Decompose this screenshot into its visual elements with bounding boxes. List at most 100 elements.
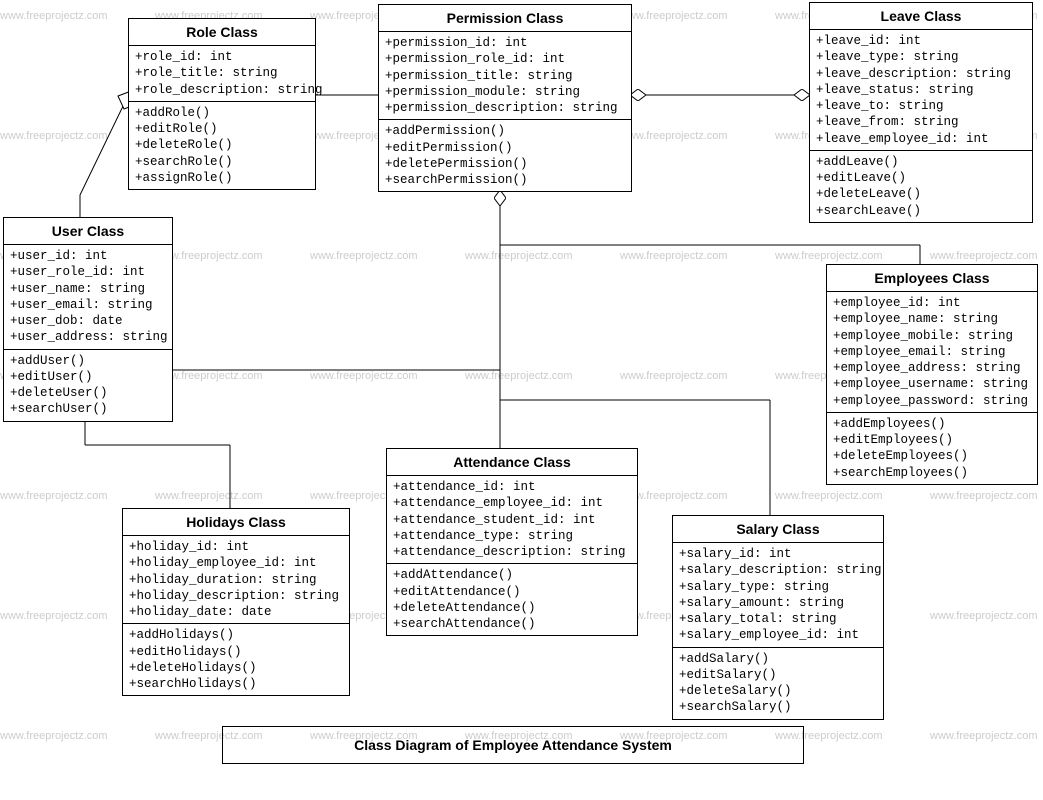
method-row: +addLeave() xyxy=(816,154,1026,170)
method-row: +addEmployees() xyxy=(833,416,1031,432)
attr-row: +leave_status: string xyxy=(816,82,1026,98)
attr-row: +holiday_date: date xyxy=(129,604,343,620)
method-row: +addRole() xyxy=(135,105,309,121)
method-row: +deleteEmployees() xyxy=(833,448,1031,464)
class-leave-attrs: +leave_id: int+leave_type: string+leave_… xyxy=(810,30,1032,151)
attr-row: +user_address: string xyxy=(10,329,166,345)
method-row: +editAttendance() xyxy=(393,584,631,600)
attr-row: +employee_email: string xyxy=(833,344,1031,360)
attr-row: +employee_name: string xyxy=(833,311,1031,327)
attr-row: +attendance_student_id: int xyxy=(393,512,631,528)
attr-row: +permission_role_id: int xyxy=(385,51,625,67)
method-row: +editUser() xyxy=(10,369,166,385)
class-role: Role Class +role_id: int+role_title: str… xyxy=(128,18,316,190)
class-salary-attrs: +salary_id: int+salary_description: stri… xyxy=(673,543,883,648)
attr-row: +leave_description: string xyxy=(816,66,1026,82)
attr-row: +user_role_id: int xyxy=(10,264,166,280)
attr-row: +permission_description: string xyxy=(385,100,625,116)
attr-row: +employee_password: string xyxy=(833,393,1031,409)
class-user: User Class +user_id: int+user_role_id: i… xyxy=(3,217,173,422)
attr-row: +attendance_employee_id: int xyxy=(393,495,631,511)
attr-row: +leave_type: string xyxy=(816,49,1026,65)
class-user-methods: +addUser()+editUser()+deleteUser()+searc… xyxy=(4,350,172,421)
class-holidays-attrs: +holiday_id: int+holiday_employee_id: in… xyxy=(123,536,349,624)
class-holidays-title: Holidays Class xyxy=(123,509,349,536)
attr-row: +salary_amount: string xyxy=(679,595,877,611)
attr-row: +role_description: string xyxy=(135,82,309,98)
attr-row: +holiday_duration: string xyxy=(129,572,343,588)
class-holidays: Holidays Class +holiday_id: int+holiday_… xyxy=(122,508,350,696)
attr-row: +user_dob: date xyxy=(10,313,166,329)
method-row: +editLeave() xyxy=(816,170,1026,186)
class-attendance-attrs: +attendance_id: int+attendance_employee_… xyxy=(387,476,637,564)
class-salary-title: Salary Class xyxy=(673,516,883,543)
method-row: +searchHolidays() xyxy=(129,676,343,692)
class-permission-title: Permission Class xyxy=(379,5,631,32)
method-row: +deletePermission() xyxy=(385,156,625,172)
class-attendance-methods: +addAttendance()+editAttendance()+delete… xyxy=(387,564,637,635)
method-row: +addAttendance() xyxy=(393,567,631,583)
method-row: +assignRole() xyxy=(135,170,309,186)
attr-row: +salary_type: string xyxy=(679,579,877,595)
attr-row: +user_id: int xyxy=(10,248,166,264)
class-employees: Employees Class +employee_id: int+employ… xyxy=(826,264,1038,485)
attr-row: +role_id: int xyxy=(135,49,309,65)
class-role-methods: +addRole()+editRole()+deleteRole()+searc… xyxy=(129,102,315,189)
method-row: +addUser() xyxy=(10,353,166,369)
method-row: +editEmployees() xyxy=(833,432,1031,448)
diagram-title: Class Diagram of Employee Attendance Sys… xyxy=(222,726,804,764)
attr-row: +user_email: string xyxy=(10,297,166,313)
method-row: +editPermission() xyxy=(385,140,625,156)
attr-row: +attendance_type: string xyxy=(393,528,631,544)
class-holidays-methods: +addHolidays()+editHolidays()+deleteHoli… xyxy=(123,624,349,695)
class-employees-attrs: +employee_id: int+employee_name: string+… xyxy=(827,292,1037,413)
attr-row: +employee_mobile: string xyxy=(833,328,1031,344)
class-role-attrs: +role_id: int+role_title: string+role_de… xyxy=(129,46,315,102)
method-row: +addHolidays() xyxy=(129,627,343,643)
class-attendance-title: Attendance Class xyxy=(387,449,637,476)
attr-row: +permission_title: string xyxy=(385,68,625,84)
class-leave-methods: +addLeave()+editLeave()+deleteLeave()+se… xyxy=(810,151,1032,222)
attr-row: +salary_employee_id: int xyxy=(679,627,877,643)
method-row: +searchSalary() xyxy=(679,699,877,715)
attr-row: +salary_total: string xyxy=(679,611,877,627)
attr-row: +holiday_description: string xyxy=(129,588,343,604)
method-row: +deleteLeave() xyxy=(816,186,1026,202)
class-employees-title: Employees Class xyxy=(827,265,1037,292)
class-salary-methods: +addSalary()+editSalary()+deleteSalary()… xyxy=(673,648,883,719)
method-row: +deleteAttendance() xyxy=(393,600,631,616)
attr-row: +leave_to: string xyxy=(816,98,1026,114)
attr-row: +permission_module: string xyxy=(385,84,625,100)
class-leave: Leave Class +leave_id: int+leave_type: s… xyxy=(809,2,1033,223)
attr-row: +leave_employee_id: int xyxy=(816,131,1026,147)
method-row: +searchAttendance() xyxy=(393,616,631,632)
attr-row: +attendance_description: string xyxy=(393,544,631,560)
method-row: +deleteUser() xyxy=(10,385,166,401)
attr-row: +permission_id: int xyxy=(385,35,625,51)
attr-row: +holiday_id: int xyxy=(129,539,343,555)
class-user-title: User Class xyxy=(4,218,172,245)
class-leave-title: Leave Class xyxy=(810,3,1032,30)
attr-row: +leave_id: int xyxy=(816,33,1026,49)
class-employees-methods: +addEmployees()+editEmployees()+deleteEm… xyxy=(827,413,1037,484)
method-row: +deleteRole() xyxy=(135,137,309,153)
method-row: +editSalary() xyxy=(679,667,877,683)
method-row: +editRole() xyxy=(135,121,309,137)
method-row: +searchLeave() xyxy=(816,203,1026,219)
class-permission-methods: +addPermission()+editPermission()+delete… xyxy=(379,120,631,191)
method-row: +deleteHolidays() xyxy=(129,660,343,676)
attr-row: +salary_id: int xyxy=(679,546,877,562)
class-role-title: Role Class xyxy=(129,19,315,46)
method-row: +editHolidays() xyxy=(129,644,343,660)
class-user-attrs: +user_id: int+user_role_id: int+user_nam… xyxy=(4,245,172,350)
attr-row: +attendance_id: int xyxy=(393,479,631,495)
attr-row: +employee_id: int xyxy=(833,295,1031,311)
class-permission: Permission Class +permission_id: int+per… xyxy=(378,4,632,192)
attr-row: +salary_description: string xyxy=(679,562,877,578)
method-row: +searchEmployees() xyxy=(833,465,1031,481)
method-row: +searchUser() xyxy=(10,401,166,417)
method-row: +addPermission() xyxy=(385,123,625,139)
attr-row: +user_name: string xyxy=(10,281,166,297)
method-row: +deleteSalary() xyxy=(679,683,877,699)
class-attendance: Attendance Class +attendance_id: int+att… xyxy=(386,448,638,636)
